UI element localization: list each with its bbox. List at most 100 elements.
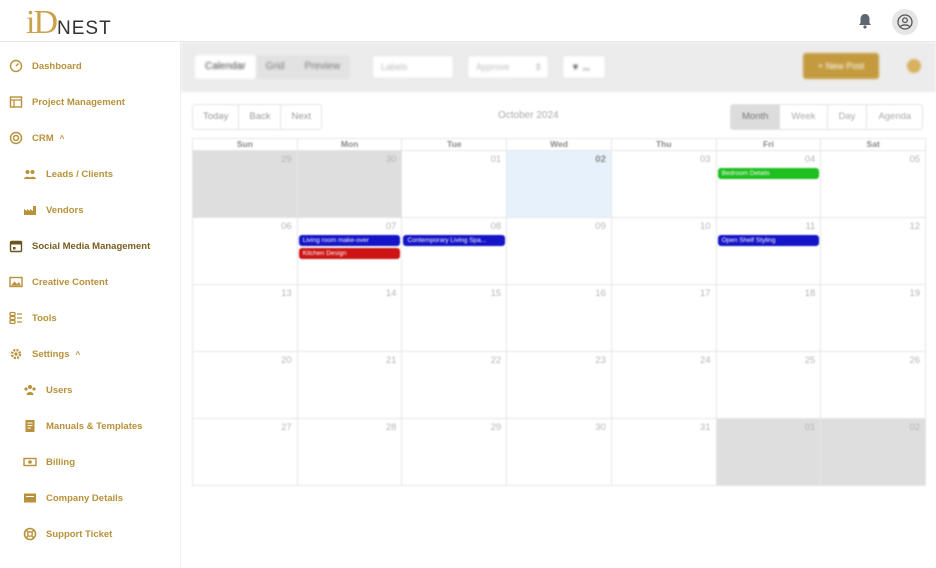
day-number[interactable]: 04 <box>805 154 816 165</box>
day-cell[interactable]: 27 <box>193 419 298 486</box>
calendar-event[interactable]: Open Shelf Styling <box>717 235 820 246</box>
day-number[interactable]: 30 <box>595 422 606 433</box>
day-cell[interactable]: 10 <box>611 218 717 285</box>
sidebar-item-creative-content[interactable]: Creative Content <box>9 270 108 294</box>
day-cell[interactable]: 19 <box>821 285 927 352</box>
day-number[interactable]: 05 <box>909 154 920 165</box>
day-cell[interactable]: 02 <box>821 419 927 486</box>
day-number[interactable]: 12 <box>909 221 920 232</box>
day-cell[interactable]: 30 <box>297 151 403 218</box>
sidebar-item-dashboard[interactable]: Dashboard <box>9 54 82 78</box>
day-number[interactable]: 28 <box>386 422 397 433</box>
calendar-event[interactable]: Living room make-over <box>298 235 401 246</box>
day-number[interactable]: 03 <box>700 154 711 165</box>
day-number[interactable]: 31 <box>700 422 711 433</box>
day-number[interactable]: 14 <box>386 288 397 299</box>
day-cell[interactable]: 05 <box>821 151 927 218</box>
day-number[interactable]: 19 <box>909 288 920 299</box>
next-button[interactable]: Next <box>281 105 321 129</box>
day-number[interactable]: 30 <box>386 154 397 165</box>
day-cell[interactable]: 29 <box>193 151 298 218</box>
sidebar-item-users[interactable]: Users <box>23 378 72 402</box>
view-day-button[interactable]: Day <box>828 105 868 129</box>
day-number[interactable]: 25 <box>805 355 816 366</box>
today-button[interactable]: Today <box>193 105 240 129</box>
day-cell[interactable]: 18 <box>716 285 822 352</box>
day-cell[interactable]: 17 <box>611 285 717 352</box>
day-cell[interactable]: 11 Open Shelf Styling <box>716 218 822 285</box>
tab-grid[interactable]: Grid <box>256 55 295 79</box>
day-cell[interactable]: 01 <box>402 151 508 218</box>
day-cell[interactable]: 16 <box>507 285 612 352</box>
day-cell[interactable]: 03 <box>611 151 717 218</box>
day-number[interactable]: 18 <box>805 288 816 299</box>
sidebar-item-vendors[interactable]: Vendors <box>23 198 84 222</box>
calendar-event[interactable]: Kitchen Design <box>298 248 401 259</box>
day-number[interactable]: 01 <box>491 154 502 165</box>
day-number[interactable]: 11 <box>805 221 815 232</box>
sidebar-item-company-details[interactable]: Company Details <box>23 486 123 510</box>
approve-select[interactable]: Approve ⇕ <box>467 55 549 79</box>
sidebar-item-manuals-templates[interactable]: Manuals & Templates <box>23 414 142 438</box>
day-cell[interactable]: 24 <box>611 352 717 419</box>
day-cell[interactable]: 31 <box>611 419 717 486</box>
bell-icon[interactable] <box>856 12 874 30</box>
day-cell[interactable]: 21 <box>297 352 403 419</box>
tab-preview[interactable]: Preview <box>295 55 351 79</box>
filter-button[interactable]: ▼ ... <box>562 55 606 79</box>
day-cell[interactable]: 15 <box>402 285 508 352</box>
day-number[interactable]: 13 <box>281 288 292 299</box>
day-cell[interactable]: 04 Bedroom Details <box>716 151 822 218</box>
sidebar-item-social-media-management[interactable]: Social Media Management <box>9 234 150 258</box>
calendar-event[interactable]: Contemporary Living Spa... <box>403 235 506 246</box>
sidebar-item-tools[interactable]: Tools <box>9 306 57 330</box>
day-number[interactable]: 08 <box>491 221 502 232</box>
calendar-event[interactable]: Bedroom Details <box>717 168 820 179</box>
sidebar-item-settings[interactable]: Settings ^ <box>9 342 80 366</box>
day-number[interactable]: 22 <box>491 355 502 366</box>
day-number[interactable]: 10 <box>700 221 711 232</box>
view-month-button[interactable]: Month <box>731 105 781 129</box>
day-cell[interactable]: 29 <box>402 419 508 486</box>
day-number[interactable]: 23 <box>595 355 606 366</box>
day-cell[interactable]: 01 <box>716 419 822 486</box>
day-number[interactable]: 29 <box>281 154 292 165</box>
day-cell[interactable]: 23 <box>507 352 612 419</box>
day-number[interactable]: 27 <box>281 422 292 433</box>
day-number[interactable]: 24 <box>700 355 711 366</box>
day-cell[interactable]: 20 <box>193 352 298 419</box>
day-cell[interactable]: 02 <box>507 151 612 218</box>
day-number[interactable]: 02 <box>595 154 606 165</box>
sidebar-item-leads-clients[interactable]: Leads / Clients <box>23 162 113 186</box>
tab-calendar[interactable]: Calendar <box>195 55 256 79</box>
day-number[interactable]: 01 <box>805 422 816 433</box>
day-number[interactable]: 26 <box>909 355 920 366</box>
day-cell[interactable]: 09 <box>507 218 612 285</box>
back-button[interactable]: Back <box>239 105 282 129</box>
user-avatar[interactable] <box>892 9 918 35</box>
day-number[interactable]: 07 <box>386 221 397 232</box>
chevron-up-icon[interactable]: ^ <box>60 134 65 143</box>
day-number[interactable]: 15 <box>491 288 502 299</box>
day-number[interactable]: 17 <box>700 288 711 299</box>
day-cell[interactable]: 25 <box>716 352 822 419</box>
day-number[interactable]: 29 <box>491 422 502 433</box>
day-number[interactable]: 02 <box>909 422 920 433</box>
day-cell[interactable]: 13 <box>193 285 298 352</box>
sidebar-item-project-management[interactable]: Project Management <box>9 90 125 114</box>
day-number[interactable]: 16 <box>595 288 606 299</box>
view-week-button[interactable]: Week <box>780 105 828 129</box>
sidebar-item-billing[interactable]: Billing <box>23 450 75 474</box>
new-post-button[interactable]: + New Post <box>803 53 879 79</box>
day-number[interactable]: 06 <box>281 221 292 232</box>
sidebar-item-support-ticket[interactable]: Support Ticket <box>23 522 112 546</box>
day-cell[interactable]: 30 <box>507 419 612 486</box>
day-cell[interactable]: 28 <box>297 419 403 486</box>
brand-logo[interactable]: iD NEST <box>26 4 112 40</box>
view-agenda-button[interactable]: Agenda <box>867 105 922 129</box>
day-cell[interactable]: 12 <box>821 218 927 285</box>
day-cell[interactable]: 14 <box>297 285 403 352</box>
day-cell[interactable]: 07 Living room make-over Kitchen Design <box>297 218 403 285</box>
settings-gear-icon[interactable] <box>907 59 921 73</box>
day-number[interactable]: 21 <box>386 355 397 366</box>
